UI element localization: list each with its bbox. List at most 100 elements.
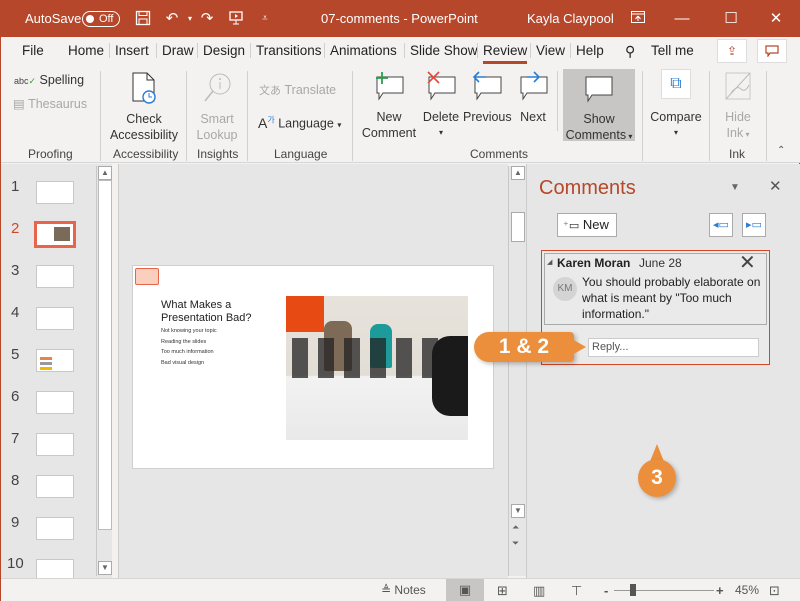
slide-title[interactable]: What Makes a Presentation Bad? — [161, 299, 261, 325]
new-comment-button[interactable]: New Comment — [358, 71, 420, 141]
comment-thread[interactable]: ◢ Karen Moran June 28 ✕ You should proba… — [544, 250, 767, 325]
tab-home[interactable]: Home — [68, 43, 104, 58]
close-pane-icon[interactable]: ✕ — [769, 177, 782, 195]
start-presentation-icon[interactable] — [227, 10, 245, 28]
slide-thumbnail-8[interactable] — [36, 475, 74, 498]
user-name[interactable]: Kayla Claypool — [527, 11, 614, 26]
slide-thumbnail-9[interactable] — [36, 517, 74, 540]
tab-review[interactable]: Review — [477, 43, 528, 64]
ribbon: abc✓ Spelling ▤ Thesaurus Proofing Check… — [1, 65, 800, 163]
scroll-up-icon[interactable]: ▲ — [98, 166, 112, 180]
next-comment-button[interactable]: Next — [513, 71, 553, 125]
tab-slide-show[interactable]: Slide Show — [404, 43, 478, 58]
slide-sorter-icon[interactable]: ⊞ — [497, 583, 508, 599]
dropdown-arrow-icon: ▾ — [337, 120, 342, 130]
delete-comment-icon[interactable]: ✕ — [739, 250, 756, 275]
separator — [557, 71, 558, 131]
accessibility-icon — [132, 72, 156, 104]
scrollbar-thumb[interactable] — [511, 212, 525, 242]
slide-thumbnail-5[interactable] — [36, 349, 74, 372]
close-icon[interactable]: ✕ — [767, 10, 785, 28]
check-accessibility-button[interactable]: Check Accessibility — [107, 71, 181, 143]
slide-photo[interactable] — [286, 296, 468, 440]
minimize-icon[interactable]: — — [673, 10, 691, 28]
tab-transitions[interactable]: Transitions — [250, 43, 322, 58]
compare-button[interactable]: ⧉ Compare ▾ — [647, 69, 705, 141]
scroll-up-icon[interactable]: ▲ — [511, 166, 525, 180]
slide-thumbnail-6[interactable] — [36, 391, 74, 414]
tab-help[interactable]: Help — [570, 43, 604, 58]
spelling-button[interactable]: abc✓ Spelling — [14, 73, 84, 87]
delete-comment-button[interactable]: Delete ▾ — [419, 71, 463, 141]
tell-me-search[interactable]: Tell me — [651, 43, 694, 58]
group-label-proofing: Proofing — [28, 147, 73, 161]
slide-thumbnail-2[interactable] — [34, 221, 76, 248]
tab-insert[interactable]: Insert — [109, 43, 149, 58]
zoom-level[interactable]: 45% — [735, 583, 759, 597]
ribbon-display-icon[interactable] — [629, 10, 647, 28]
thumbnails-scrollbar[interactable]: ▲ ▼ — [96, 166, 112, 576]
previous-slide-icon[interactable]: ⏶ — [512, 522, 519, 533]
separator — [766, 71, 767, 161]
slide-thumbnail-3[interactable] — [36, 265, 74, 288]
pane-options-icon[interactable]: ▼ — [730, 182, 740, 193]
share-button[interactable]: ⇪ — [717, 39, 747, 63]
collapse-thread-icon[interactable]: ◢ — [547, 258, 552, 266]
zoom-slider-thumb[interactable] — [630, 584, 636, 596]
undo-icon[interactable]: ↶ — [163, 10, 181, 28]
show-comments-button[interactable]: Show Comments ▾ — [563, 69, 635, 142]
previous-comment-pane-button[interactable]: ◂▭ — [709, 213, 733, 237]
maximize-icon[interactable]: ☐ — [722, 10, 740, 28]
normal-view-icon[interactable]: ▣ — [446, 579, 484, 601]
slide-show-icon[interactable]: ⊤ — [571, 583, 582, 599]
slide-bullet: Bad visual design — [161, 360, 205, 366]
next-slide-icon[interactable]: ⏷ — [512, 538, 519, 549]
tab-animations[interactable]: Animations — [324, 43, 397, 58]
zoom-out-button[interactable]: - — [604, 583, 608, 598]
slide-canvas[interactable]: What Makes a Presentation Bad? Not knowi… — [132, 265, 494, 469]
slide-thumbnail-10[interactable] — [36, 559, 74, 578]
editor-scrollbar[interactable]: ▲ ▼ ⏶ ⏷ — [508, 166, 526, 576]
comment-marker-icon[interactable] — [135, 268, 159, 285]
reply-input[interactable]: Reply... — [588, 338, 759, 357]
slide-thumbnail-7[interactable] — [36, 433, 74, 456]
collapse-ribbon-icon[interactable]: ⌃ — [777, 145, 785, 156]
slide-number: 10 — [7, 555, 24, 572]
next-comment-pane-button[interactable]: ▸▭ — [742, 213, 766, 237]
save-icon[interactable] — [134, 10, 152, 28]
autosave-state: Off — [99, 13, 114, 25]
previous-comment-button[interactable]: Previous — [463, 71, 512, 125]
group-label-ink: Ink — [729, 147, 746, 161]
tab-view[interactable]: View — [530, 43, 565, 58]
reading-view-icon[interactable]: ▥ — [533, 583, 545, 599]
language-button[interactable]: A가 Language ▾ — [258, 114, 341, 131]
tab-design[interactable]: Design — [197, 43, 245, 58]
slide-thumbnail-4[interactable] — [36, 307, 74, 330]
comment-author: Karen Moran — [557, 256, 631, 270]
thumbnail-bar — [40, 362, 52, 365]
redo-icon[interactable]: ↷ — [198, 10, 216, 28]
autosave-toggle[interactable]: Off — [82, 11, 120, 27]
tab-file[interactable]: File — [22, 43, 44, 58]
search-icon[interactable]: ⚲ — [625, 43, 635, 60]
zoom-slider[interactable] — [614, 590, 714, 591]
scroll-down-icon[interactable]: ▼ — [98, 561, 112, 575]
slide-number: 5 — [11, 346, 20, 363]
tab-draw[interactable]: Draw — [156, 43, 194, 58]
slide-number: 7 — [11, 430, 20, 447]
callout-step-3: 3 — [638, 459, 676, 497]
smart-lookup-icon — [204, 73, 231, 102]
zoom-in-button[interactable]: + — [716, 583, 724, 598]
undo-dropdown-icon[interactable]: ▾ — [181, 10, 199, 28]
notes-button[interactable]: ≜ Notes — [381, 583, 426, 597]
callout-pointer — [572, 339, 586, 355]
comments-header-button[interactable] — [757, 39, 787, 63]
comment-text[interactable]: You should probably elaborate on what is… — [582, 274, 762, 322]
slide-thumbnail-1[interactable] — [36, 181, 74, 204]
customize-qat-icon[interactable]: ⩡ — [256, 10, 274, 28]
fit-slide-icon[interactable]: ⊡ — [769, 583, 780, 599]
smart-lookup-button: Smart Lookup — [191, 71, 243, 143]
scroll-down-icon[interactable]: ▼ — [511, 504, 525, 518]
scrollbar-thumb[interactable] — [98, 180, 112, 530]
new-comment-pane-button[interactable]: ⁺▭ New — [557, 213, 617, 237]
